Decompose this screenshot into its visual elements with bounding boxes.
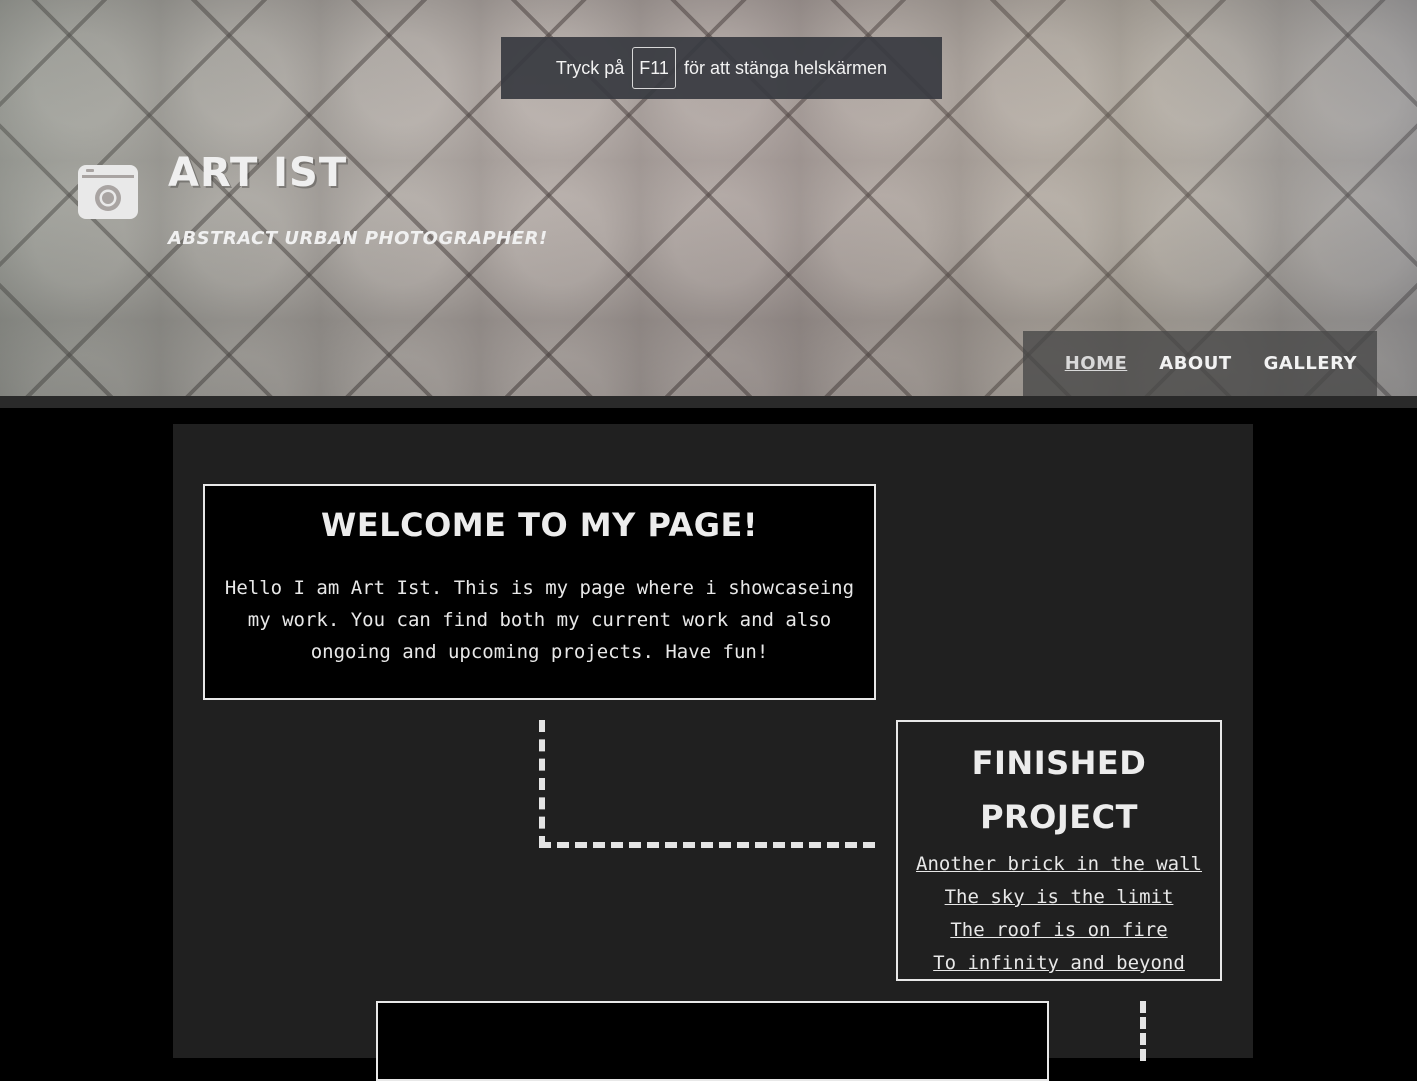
finished-heading-line1: FINISHED	[971, 744, 1147, 782]
project-link-roof-fire[interactable]: The roof is on fire	[950, 919, 1167, 941]
site-subtitle: ABSTRACT URBAN PHOTOGRAPHER!	[168, 228, 548, 249]
nav-about-link[interactable]: ABOUT	[1159, 353, 1231, 374]
welcome-box: WELCOME TO MY PAGE! Hello I am Art Ist. …	[203, 484, 876, 700]
header-hero: Tryck på F11 för att stänga helskärmen A…	[0, 0, 1417, 396]
welcome-text: Hello I am Art Ist. This is my page wher…	[224, 577, 855, 663]
site-title: ART IST	[168, 150, 348, 196]
finished-project-list: Another brick in the wall The sky is the…	[898, 848, 1220, 980]
project-link-brick-wall[interactable]: Another brick in the wall	[916, 853, 1202, 875]
nav-home-link[interactable]: HOME	[1065, 353, 1128, 374]
list-item: To infinity and beyond	[898, 947, 1220, 980]
welcome-heading: WELCOME TO MY PAGE!	[321, 506, 758, 544]
fullscreen-notice: Tryck på F11 för att stänga helskärmen	[501, 37, 942, 99]
fullscreen-notice-before: Tryck på	[555, 57, 625, 78]
list-item: The sky is the limit	[898, 881, 1220, 914]
project-link-sky-limit[interactable]: The sky is the limit	[945, 886, 1174, 908]
nav-gallery-link[interactable]: GALLERY	[1264, 353, 1357, 374]
list-item: Another brick in the wall	[898, 848, 1220, 881]
camera-icon	[78, 165, 138, 219]
fullscreen-notice-after: för att stänga helskärmen	[683, 57, 888, 78]
list-item: The roof is on fire	[898, 914, 1220, 947]
finished-project-box: FINISHED PROJECT Another brick in the wa…	[896, 720, 1222, 981]
next-section-box	[376, 1001, 1049, 1081]
finished-heading-line2: PROJECT	[980, 798, 1138, 836]
dashed-connector	[539, 720, 875, 848]
project-link-infinity[interactable]: To infinity and beyond	[933, 952, 1185, 974]
f11-key: F11	[632, 47, 676, 89]
header-divider	[0, 396, 1417, 408]
dashed-connector-2	[1140, 1001, 1152, 1061]
main-nav: HOME ABOUT GALLERY	[1023, 331, 1377, 396]
main-content: WELCOME TO MY PAGE! Hello I am Art Ist. …	[173, 424, 1253, 1081]
finished-project-heading: FINISHED PROJECT	[898, 736, 1220, 844]
